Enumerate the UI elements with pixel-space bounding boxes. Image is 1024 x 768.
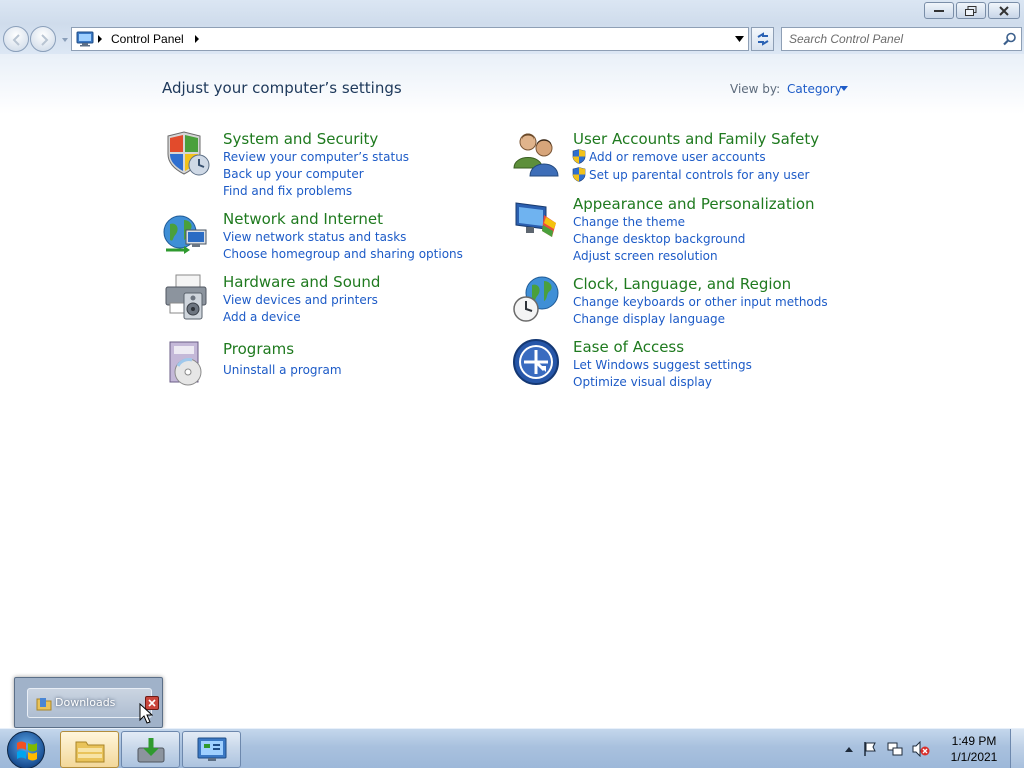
view-network-status-link[interactable]: View network status and tasks — [223, 230, 406, 244]
view-by-dropdown[interactable]: Category — [787, 82, 842, 96]
change-display-language-link[interactable]: Change display language — [573, 312, 725, 326]
change-theme-link[interactable]: Change the theme — [573, 215, 685, 229]
navigation-bar: Control Panel — [0, 24, 1024, 54]
homegroup-sharing-link[interactable]: Choose homegroup and sharing options — [223, 247, 463, 261]
network-icon[interactable] — [887, 741, 903, 757]
category-title[interactable]: Programs — [223, 340, 294, 358]
parental-controls-link[interactable]: Set up parental controls for any user — [589, 168, 809, 182]
window-controls — [924, 2, 1020, 19]
category-title[interactable]: Network and Internet — [223, 210, 383, 228]
clock-date: 1/1/2021 — [950, 750, 998, 764]
review-computer-status-link[interactable]: Review your computer’s status — [223, 150, 409, 164]
action-center-flag-icon[interactable] — [862, 741, 878, 757]
category-title[interactable]: Hardware and Sound — [223, 273, 380, 291]
minimize-button[interactable] — [924, 2, 954, 19]
add-device-link[interactable]: Add a device — [223, 310, 301, 324]
refresh-button[interactable] — [751, 27, 774, 51]
adjust-screen-resolution-link[interactable]: Adjust screen resolution — [573, 249, 718, 263]
taskbar: 1:49 PM 1/1/2021 — [0, 728, 1024, 768]
search-input[interactable] — [789, 31, 999, 47]
uninstall-program-link[interactable]: Uninstall a program — [223, 363, 342, 377]
forward-button[interactable] — [30, 26, 56, 52]
optimize-visual-display-link[interactable]: Optimize visual display — [573, 375, 712, 389]
show-desktop-button[interactable] — [1010, 729, 1024, 768]
shield-icon[interactable] — [162, 130, 210, 178]
back-up-computer-link[interactable]: Back up your computer — [223, 167, 364, 181]
ease-of-access-icon[interactable] — [512, 338, 560, 386]
recent-pages-dropdown-icon[interactable] — [61, 36, 69, 44]
forward-arrow-icon — [41, 34, 49, 46]
content-header-background — [0, 54, 1024, 114]
control-panel-icon — [76, 31, 94, 47]
taskbar-control-panel[interactable] — [182, 731, 241, 768]
explorer-folder-icon — [75, 741, 105, 763]
network-globe-icon[interactable] — [162, 210, 210, 258]
back-arrow-icon — [12, 34, 20, 46]
category-title[interactable]: User Accounts and Family Safety — [573, 130, 819, 148]
category-title[interactable]: Clock, Language, and Region — [573, 275, 791, 293]
change-desktop-background-link[interactable]: Change desktop background — [573, 232, 745, 246]
search-icon[interactable] — [1003, 32, 1017, 46]
close-icon — [999, 5, 1009, 16]
page-title: Adjust your computer’s settings — [162, 79, 402, 97]
chevron-down-icon[interactable] — [840, 86, 848, 91]
system-clock[interactable]: 1:49 PM 1/1/2021 — [940, 733, 1008, 765]
show-hidden-icons-icon[interactable] — [845, 746, 853, 752]
minimize-icon — [934, 9, 944, 12]
download-arrow-icon — [137, 738, 165, 763]
notification-area — [845, 737, 930, 761]
taskbar-windows-explorer[interactable] — [60, 731, 119, 768]
start-button[interactable] — [7, 731, 45, 768]
search-box[interactable] — [781, 27, 1022, 51]
restore-icon — [965, 5, 977, 16]
category-title[interactable]: Appearance and Personalization — [573, 195, 815, 213]
monitor-paint-icon[interactable] — [512, 195, 560, 243]
refresh-icon — [757, 32, 769, 46]
control-panel-icon — [197, 737, 227, 761]
restore-button[interactable] — [956, 2, 986, 19]
folder-icon — [36, 698, 52, 711]
view-devices-printers-link[interactable]: View devices and printers — [223, 293, 378, 307]
category-title[interactable]: System and Security — [223, 130, 378, 148]
view-by-label: View by: — [730, 82, 781, 96]
programs-disc-icon[interactable] — [162, 340, 210, 388]
breadcrumb-control-panel[interactable]: Control Panel — [111, 32, 184, 46]
close-button[interactable] — [988, 2, 1020, 19]
downloads-window-thumbnail[interactable]: Downloads — [27, 688, 159, 718]
printer-speaker-icon[interactable] — [162, 273, 210, 321]
breadcrumb-arrow-icon[interactable] — [97, 35, 103, 43]
back-button[interactable] — [3, 26, 29, 52]
window-title-bar — [0, 0, 1024, 24]
mouse-cursor-icon — [139, 703, 153, 724]
find-fix-problems-link[interactable]: Find and fix problems — [223, 184, 352, 198]
clock-time: 1:49 PM — [951, 734, 997, 748]
add-remove-accounts-link[interactable]: Add or remove user accounts — [589, 150, 766, 164]
address-dropdown-icon[interactable] — [735, 36, 744, 42]
taskbar-downloads-app[interactable] — [121, 731, 180, 768]
change-keyboards-link[interactable]: Change keyboards or other input methods — [573, 295, 828, 309]
uac-shield-icon — [572, 167, 586, 182]
clock-globe-icon[interactable] — [512, 275, 560, 323]
windows-logo-icon — [17, 741, 37, 761]
category-title[interactable]: Ease of Access — [573, 338, 684, 356]
downloads-label: Downloads — [55, 696, 116, 709]
uac-shield-icon — [572, 149, 586, 164]
users-icon[interactable] — [512, 130, 560, 178]
breadcrumb-arrow-icon[interactable] — [194, 35, 200, 43]
volume-muted-icon[interactable] — [912, 741, 930, 757]
windows-suggest-settings-link[interactable]: Let Windows suggest settings — [573, 358, 752, 372]
address-bar[interactable]: Control Panel — [71, 27, 749, 51]
